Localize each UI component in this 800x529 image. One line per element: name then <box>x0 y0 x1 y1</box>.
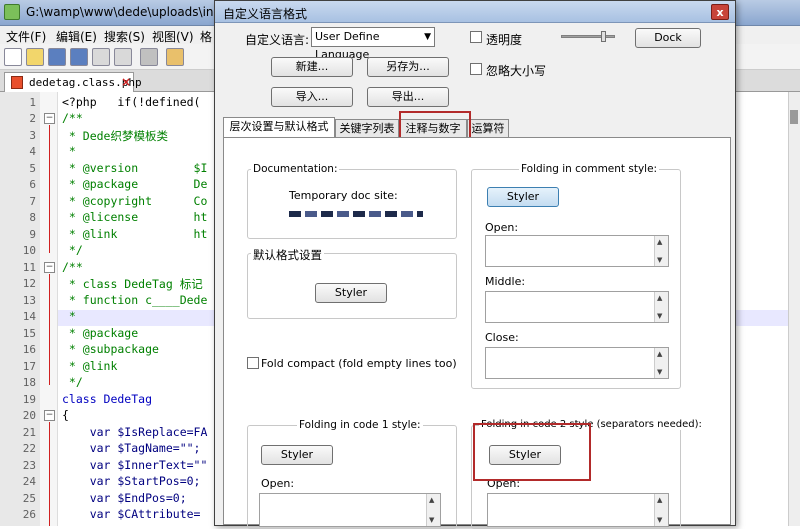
code-line: * @subpackage <box>62 342 159 356</box>
comment-styler-button[interactable]: Styler <box>487 187 559 207</box>
code-line: * <box>62 309 76 323</box>
print-icon[interactable] <box>140 48 158 66</box>
folding-comment-group-title: Folding in comment style: <box>519 163 660 175</box>
close-file-icon[interactable] <box>92 48 110 66</box>
default-style-group-title: 默认格式设置 <box>251 247 324 263</box>
code1-styler-button[interactable]: Styler <box>261 445 333 465</box>
code-line: * class DedeTag 标记 <box>62 277 203 291</box>
documentation-group-title: Documentation: <box>251 163 340 175</box>
code-line: var $StartPos=0; <box>62 474 201 488</box>
code-line: { <box>62 408 69 422</box>
highlight-box-code2 <box>473 423 591 481</box>
fold-compact-label: Fold compact (fold empty lines too) <box>261 357 457 370</box>
save-icon[interactable] <box>48 48 66 66</box>
dialog-title: 自定义语言格式 <box>223 7 308 21</box>
textarea-scrollbar[interactable]: ▲ ▼ <box>654 348 668 378</box>
code-line: var $CAttribute= <box>62 507 201 521</box>
language-select[interactable]: User Define Language ▼ <box>311 27 435 61</box>
tab-folder-default-style[interactable]: 层次设置与默认格式 <box>223 117 335 138</box>
doc-site-style-sample <box>289 211 423 217</box>
folding-code1-group-title: Folding in code 1 style: <box>297 419 423 431</box>
code-line: /** <box>62 111 83 125</box>
menu-view[interactable]: 视图(V) <box>152 28 194 45</box>
scrollbar-thumb[interactable] <box>790 110 798 124</box>
temp-doc-site-label: Temporary doc site: <box>289 189 398 202</box>
code-line: * @copyright Co <box>62 194 208 208</box>
tab-operators[interactable]: 运算符 <box>467 119 509 138</box>
code-line: * @package <box>62 326 139 340</box>
menu-search[interactable]: 搜索(S) <box>104 28 145 45</box>
documentation-group <box>247 169 457 239</box>
code-line: <?php if(!defined( <box>62 95 201 109</box>
comment-close-textarea[interactable]: ▲ ▼ <box>485 347 669 379</box>
export-button[interactable]: 导出... <box>367 87 449 107</box>
code-line: * @link <box>62 359 118 373</box>
notepad-app-icon <box>4 4 20 20</box>
code2-open-textarea[interactable]: ▲ ▼ <box>487 493 669 527</box>
menu-edit[interactable]: 编辑(E) <box>56 28 97 45</box>
textarea-scrollbar[interactable]: ▲ ▼ <box>654 292 668 322</box>
code-line: * @package De <box>62 177 208 191</box>
menu-file[interactable]: 文件(F) <box>6 28 46 45</box>
editor-window-title: G:\wamp\www\dede\uploads\includ <box>26 5 239 19</box>
transparency-label: 透明度 <box>486 33 523 47</box>
comment-middle-label: Middle: <box>485 275 526 288</box>
transparency-checkbox[interactable] <box>470 31 482 43</box>
code-line: var $IsReplace=FA <box>62 425 208 439</box>
fold-compact-checkbox[interactable] <box>247 357 259 369</box>
comment-open-textarea[interactable]: ▲ ▼ <box>485 235 669 267</box>
textarea-scrollbar[interactable]: ▲ ▼ <box>654 236 668 266</box>
code-line: /** <box>62 260 83 274</box>
code-line: * Dede织梦模板类 <box>62 129 168 143</box>
tab-close-icon[interactable]: × <box>121 75 131 89</box>
tab-dedetag-class-php[interactable]: dedetag.class.php × <box>4 72 142 92</box>
new-button[interactable]: 新建... <box>271 57 353 77</box>
code-line: * @license ht <box>62 210 208 224</box>
close-icon[interactable]: x <box>711 4 729 20</box>
code-line: class DedeTag <box>62 392 153 406</box>
close-all-icon[interactable] <box>114 48 132 66</box>
ignore-case-label: 忽略大小写 <box>486 64 547 78</box>
open-folder-icon[interactable] <box>26 48 44 66</box>
user-define-language-dialog: 自定义语言格式 x 自定义语言: User Define Language ▼ … <box>214 0 736 529</box>
code-line: */ <box>62 243 83 257</box>
code1-open-label: Open: <box>261 477 295 490</box>
new-file-icon[interactable] <box>4 48 22 66</box>
code-line: * <box>62 144 76 158</box>
code-line: */ <box>62 375 83 389</box>
comment-open-label: Open: <box>485 221 519 234</box>
code-line: var $InnerText="" <box>62 458 208 472</box>
language-label: 自定义语言: <box>245 33 310 47</box>
default-styler-button[interactable]: Styler <box>315 283 387 303</box>
code-line: * @link ht <box>62 227 208 241</box>
comment-close-label: Close: <box>485 331 519 344</box>
comment-middle-textarea[interactable]: ▲ ▼ <box>485 291 669 323</box>
code-line: var $TagName=""; <box>62 441 201 455</box>
editor-scrollbar[interactable] <box>788 92 800 526</box>
cut-icon[interactable] <box>166 48 184 66</box>
textarea-scrollbar[interactable]: ▲ ▼ <box>426 494 440 526</box>
save-as-button[interactable]: 另存为... <box>367 57 449 77</box>
code-line: * @version $I <box>62 161 208 175</box>
dialog-titlebar[interactable]: 自定义语言格式 x <box>215 1 735 23</box>
code-line: var $EndPos=0; <box>62 491 187 505</box>
chevron-down-icon: ▼ <box>424 32 431 42</box>
menu-format[interactable]: 格 <box>200 28 212 45</box>
transparency-slider-thumb[interactable] <box>601 31 606 42</box>
tab-keywords-list[interactable]: 关键字列表 <box>335 119 399 138</box>
textarea-scrollbar[interactable]: ▲ ▼ <box>654 494 668 526</box>
dock-button[interactable]: Dock <box>635 28 701 48</box>
import-button[interactable]: 导入... <box>271 87 353 107</box>
save-all-icon[interactable] <box>70 48 88 66</box>
ignore-case-checkbox[interactable] <box>470 63 482 75</box>
code-line: * function c____Dede <box>62 293 208 307</box>
code1-open-textarea[interactable]: ▲ ▼ <box>259 493 441 527</box>
transparency-slider-track[interactable] <box>561 35 615 38</box>
file-modified-icon <box>11 76 23 89</box>
